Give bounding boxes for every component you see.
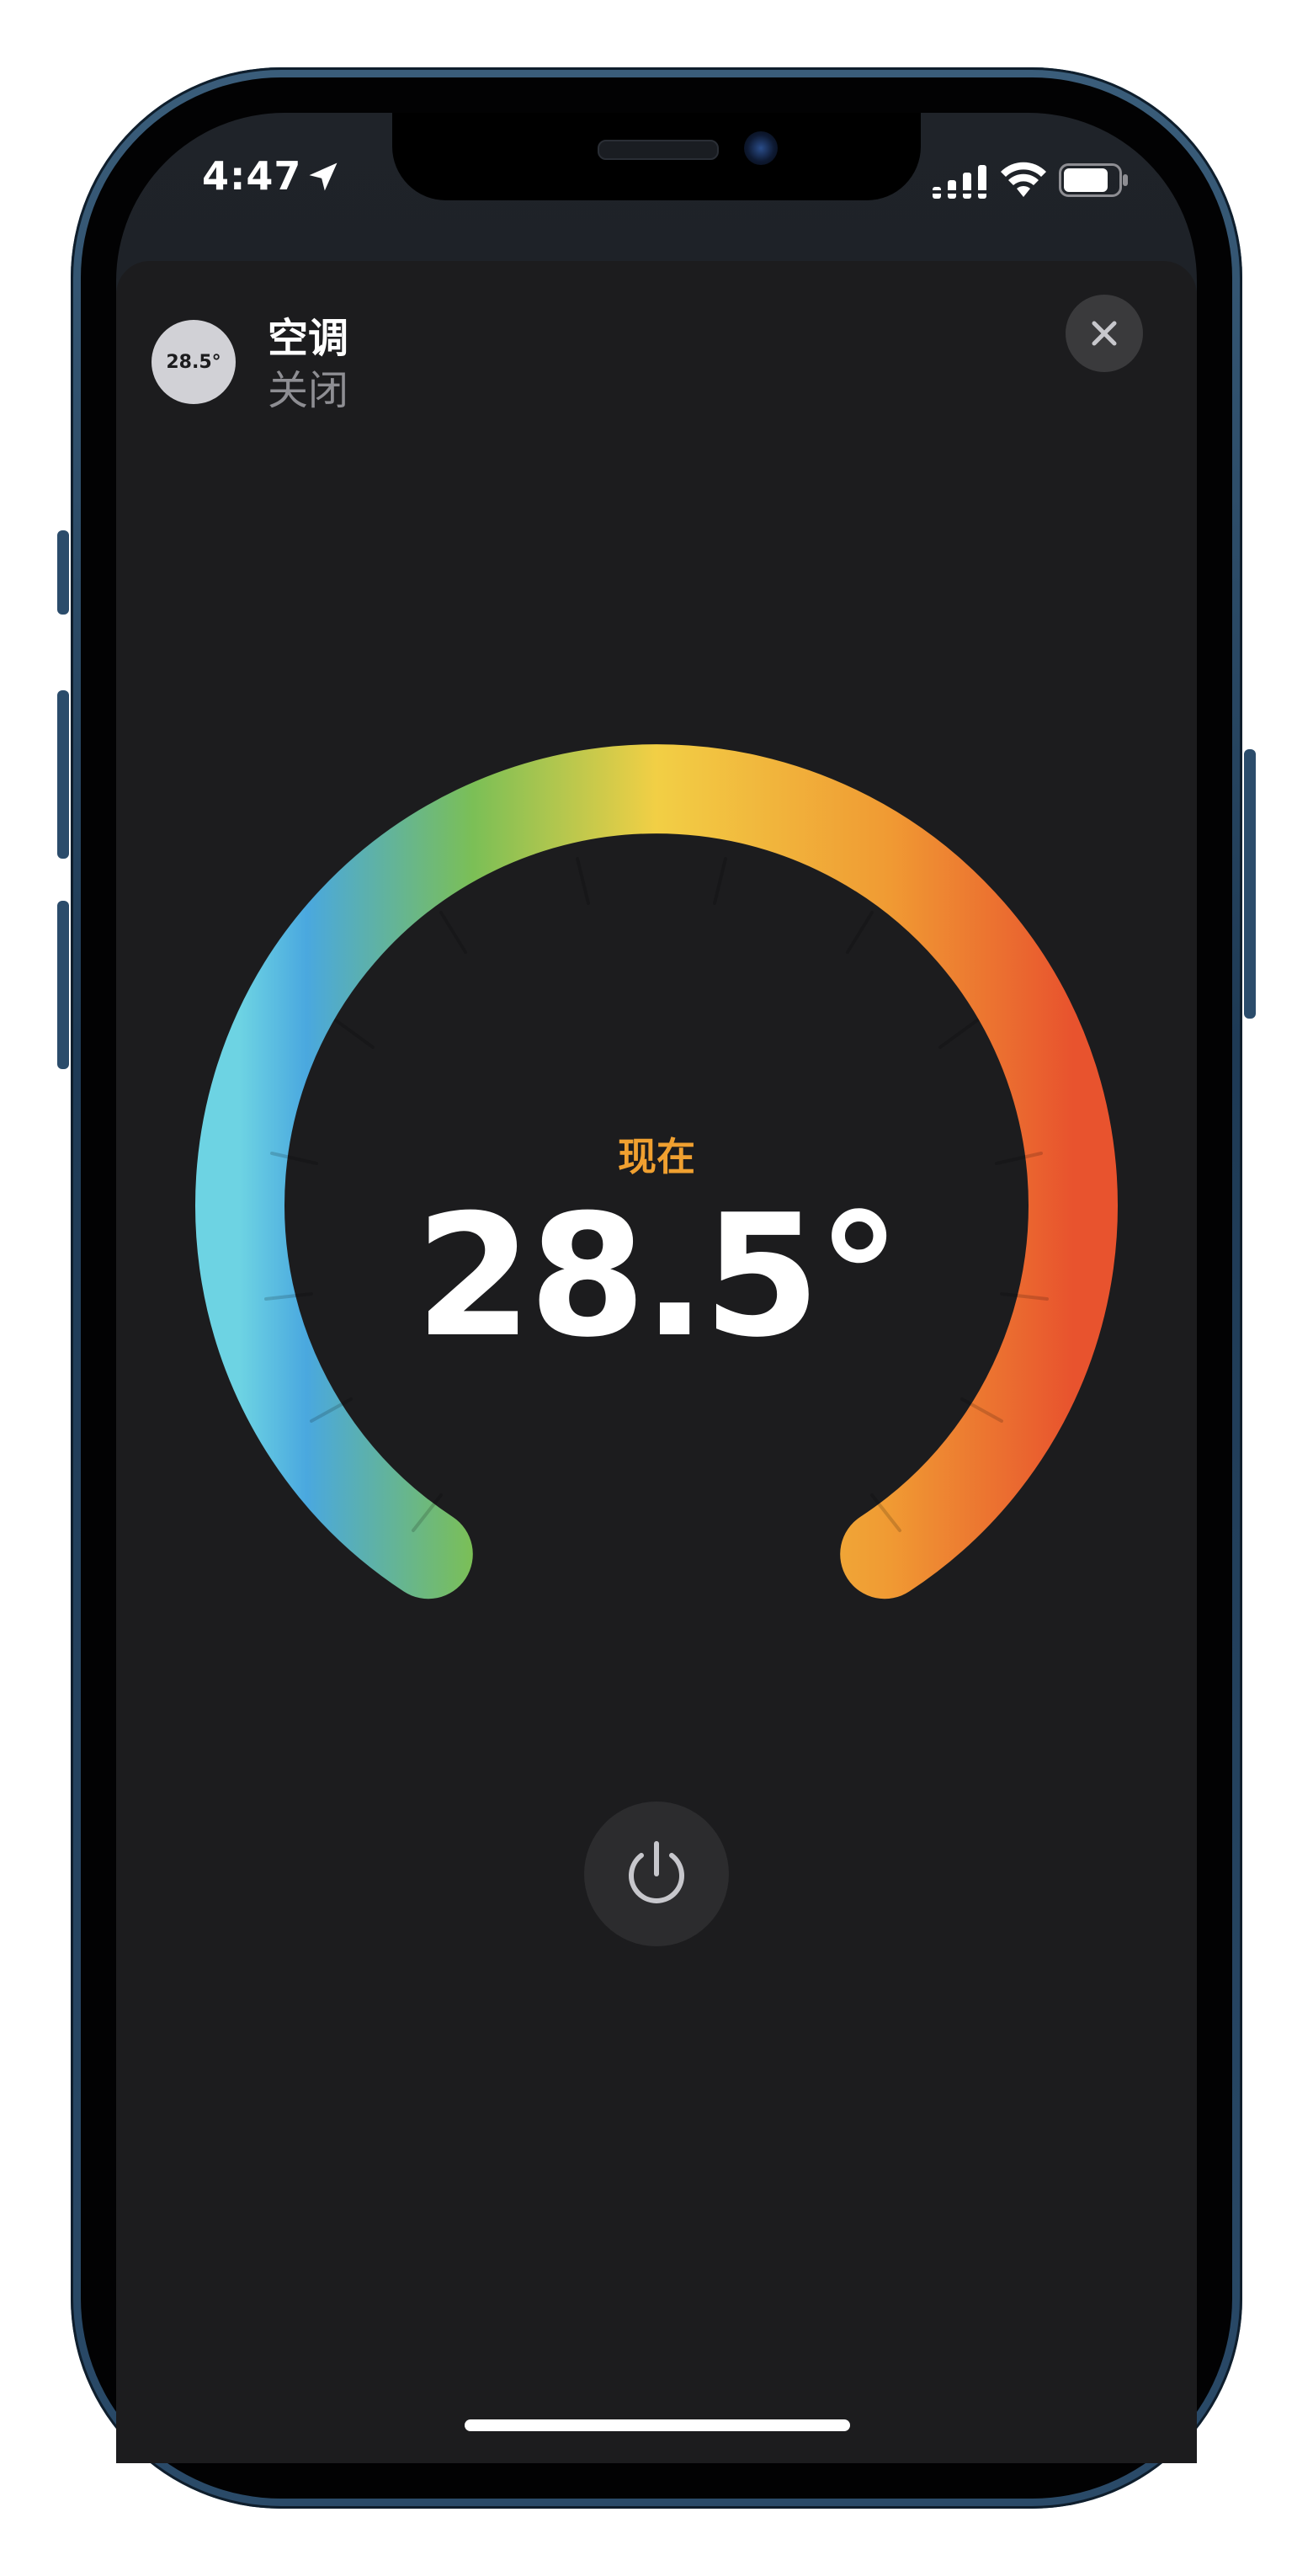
power-button[interactable] [584,1802,729,1946]
current-temperature: 28.5° [415,1179,901,1375]
power-icon [629,1841,684,1903]
home-indicator[interactable] [465,2419,850,2431]
current-temp-label: 现在 [618,1134,695,1179]
